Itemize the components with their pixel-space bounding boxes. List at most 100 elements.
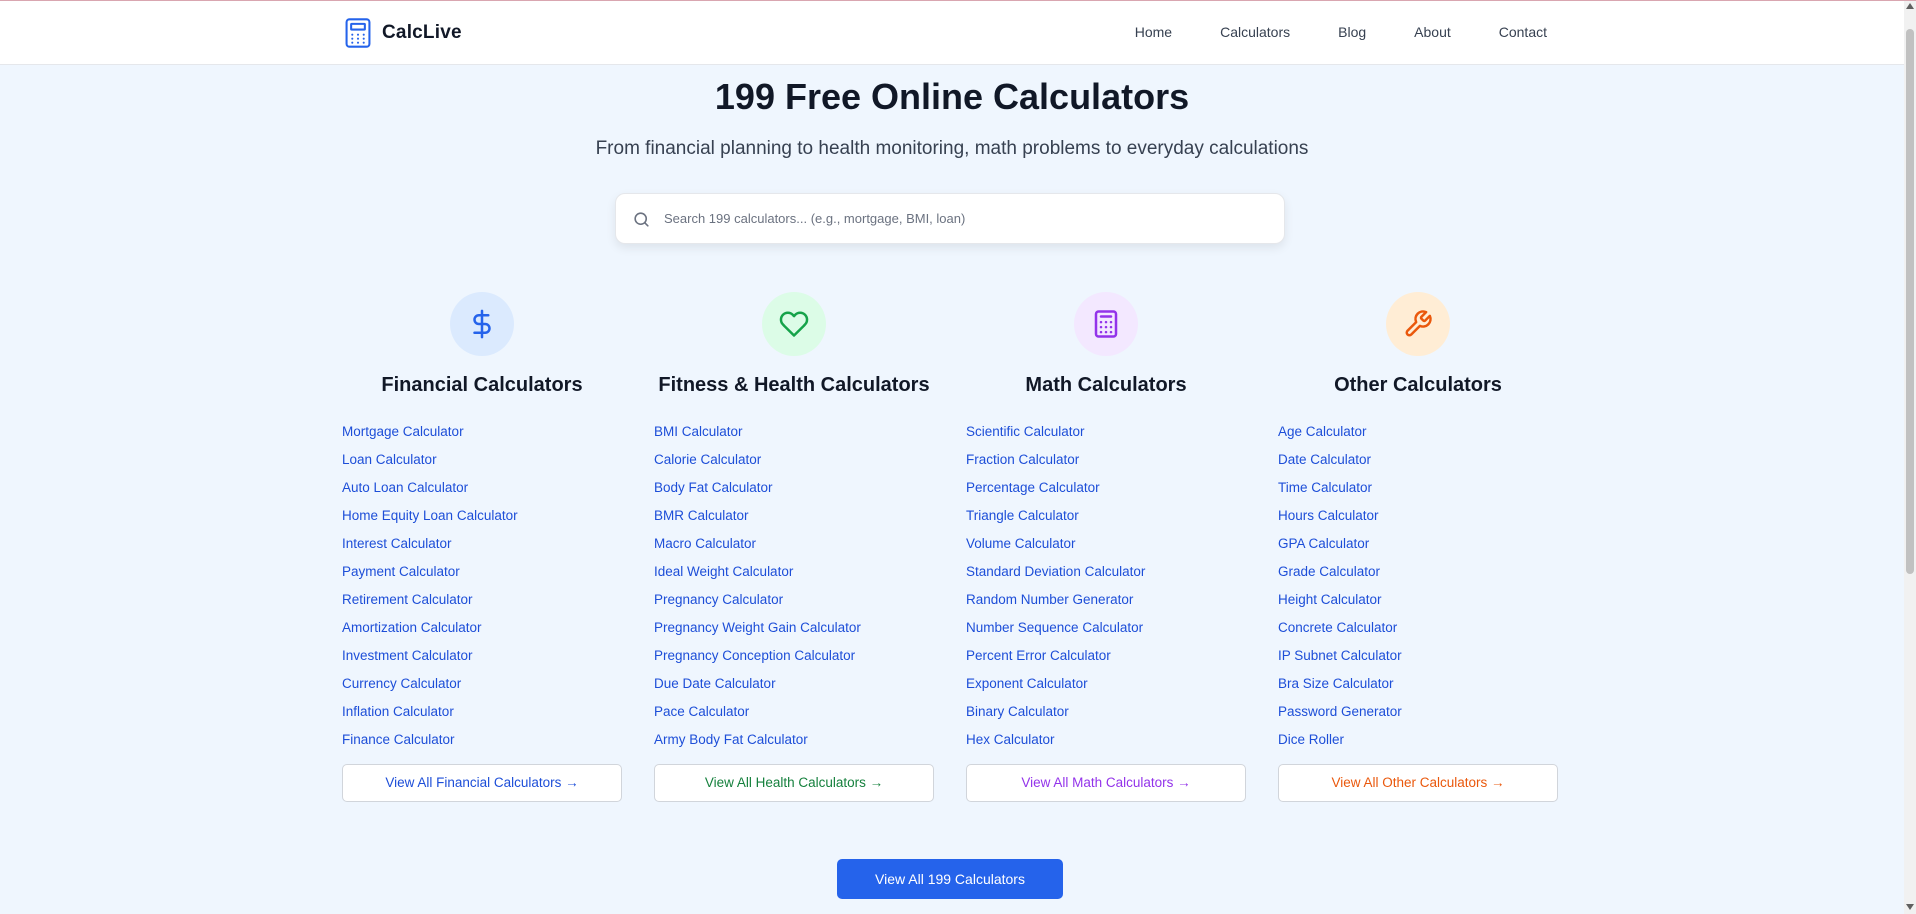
calculator-link[interactable]: Fraction Calculator bbox=[966, 452, 1079, 467]
calculator-link[interactable]: Ideal Weight Calculator bbox=[654, 564, 793, 579]
calculator-link[interactable]: Amortization Calculator bbox=[342, 620, 482, 635]
list-item: Password Generator bbox=[1278, 698, 1558, 726]
list-item: Mortgage Calculator bbox=[342, 418, 622, 446]
calculator-link[interactable]: Macro Calculator bbox=[654, 536, 756, 551]
calculator-list: Age Calculator Date Calculator Time Calc… bbox=[1278, 418, 1558, 754]
list-item: Time Calculator bbox=[1278, 474, 1558, 502]
dollar-icon bbox=[473, 309, 491, 339]
calculator-link[interactable]: BMI Calculator bbox=[654, 424, 743, 439]
calculator-link[interactable]: Retirement Calculator bbox=[342, 592, 473, 607]
list-item: Concrete Calculator bbox=[1278, 614, 1558, 642]
calculator-link[interactable]: Hours Calculator bbox=[1278, 508, 1379, 523]
calculator-link[interactable]: Home Equity Loan Calculator bbox=[342, 508, 518, 523]
calculator-link[interactable]: Pregnancy Calculator bbox=[654, 592, 783, 607]
calculator-link[interactable]: Concrete Calculator bbox=[1278, 620, 1397, 635]
calculator-link[interactable]: Standard Deviation Calculator bbox=[966, 564, 1145, 579]
calculator-link[interactable]: Finance Calculator bbox=[342, 732, 455, 747]
list-item: Random Number Generator bbox=[966, 586, 1246, 614]
calculator-link[interactable]: Scientific Calculator bbox=[966, 424, 1085, 439]
calculator-list: BMI Calculator Calorie Calculator Body F… bbox=[654, 418, 934, 754]
category-icon-circle bbox=[450, 292, 514, 356]
calculator-link[interactable]: Pregnancy Weight Gain Calculator bbox=[654, 620, 861, 635]
calculator-link[interactable]: Volume Calculator bbox=[966, 536, 1076, 551]
list-item: GPA Calculator bbox=[1278, 530, 1558, 558]
list-item: Age Calculator bbox=[1278, 418, 1558, 446]
calculator-link[interactable]: Loan Calculator bbox=[342, 452, 437, 467]
calculator-link[interactable]: IP Subnet Calculator bbox=[1278, 648, 1402, 663]
search-icon bbox=[634, 212, 649, 227]
scroll-thumb[interactable] bbox=[1906, 29, 1914, 574]
list-item: Loan Calculator bbox=[342, 446, 622, 474]
calculator-link[interactable]: Random Number Generator bbox=[966, 592, 1133, 607]
calculator-link[interactable]: Time Calculator bbox=[1278, 480, 1372, 495]
category-title: Other Calculators bbox=[1334, 374, 1502, 396]
view-all-financial-button[interactable]: View All Financial Calculators → bbox=[342, 764, 622, 802]
list-item: Hours Calculator bbox=[1278, 502, 1558, 530]
calculator-link[interactable]: Triangle Calculator bbox=[966, 508, 1079, 523]
calculator-link[interactable]: Age Calculator bbox=[1278, 424, 1367, 439]
list-item: Scientific Calculator bbox=[966, 418, 1246, 446]
main-nav: Home Calculators Blog About Contact bbox=[1135, 24, 1547, 40]
list-item: Number Sequence Calculator bbox=[966, 614, 1246, 642]
list-item: Triangle Calculator bbox=[966, 502, 1246, 530]
view-all-math-button[interactable]: View All Math Calculators → bbox=[966, 764, 1246, 802]
scroll-up-arrow-icon[interactable] bbox=[1906, 3, 1914, 9]
category-title: Math Calculators bbox=[1025, 374, 1187, 396]
calculator-link[interactable]: Binary Calculator bbox=[966, 704, 1069, 719]
list-item: BMI Calculator bbox=[654, 418, 934, 446]
calculator-link[interactable]: Number Sequence Calculator bbox=[966, 620, 1143, 635]
list-item: BMR Calculator bbox=[654, 502, 934, 530]
brand-name: CalcLive bbox=[382, 22, 462, 43]
calculator-link[interactable]: Payment Calculator bbox=[342, 564, 460, 579]
calculator-link[interactable]: Date Calculator bbox=[1278, 452, 1371, 467]
calculator-link[interactable]: Password Generator bbox=[1278, 704, 1402, 719]
calculator-link[interactable]: Exponent Calculator bbox=[966, 676, 1088, 691]
calculator-link[interactable]: BMR Calculator bbox=[654, 508, 749, 523]
calculator-icon bbox=[1094, 310, 1118, 338]
list-item: Macro Calculator bbox=[654, 530, 934, 558]
list-item: Inflation Calculator bbox=[342, 698, 622, 726]
list-item: Body Fat Calculator bbox=[654, 474, 934, 502]
calculator-link[interactable]: Calorie Calculator bbox=[654, 452, 761, 467]
calculator-link[interactable]: Investment Calculator bbox=[342, 648, 473, 663]
view-all-health-button[interactable]: View All Health Calculators → bbox=[654, 764, 934, 802]
page-title: 199 Free Online Calculators bbox=[714, 76, 1190, 117]
calculator-link[interactable]: Mortgage Calculator bbox=[342, 424, 464, 439]
calculator-link[interactable]: Pregnancy Conception Calculator bbox=[654, 648, 855, 663]
calculator-link[interactable]: Percentage Calculator bbox=[966, 480, 1100, 495]
calculator-link[interactable]: GPA Calculator bbox=[1278, 536, 1369, 551]
calculator-link[interactable]: Dice Roller bbox=[1278, 732, 1344, 747]
view-all-calculators-button[interactable]: View All 199 Calculators bbox=[837, 859, 1063, 899]
nav-about[interactable]: About bbox=[1414, 24, 1451, 40]
search-input[interactable] bbox=[664, 194, 1264, 243]
category-financial: Financial Calculators Mortgage Calculato… bbox=[342, 292, 622, 802]
calculator-link[interactable]: Auto Loan Calculator bbox=[342, 480, 468, 495]
view-all-other-button[interactable]: View All Other Calculators → bbox=[1278, 764, 1558, 802]
nav-contact[interactable]: Contact bbox=[1499, 24, 1547, 40]
calculator-link[interactable]: Currency Calculator bbox=[342, 676, 461, 691]
list-item: Pregnancy Calculator bbox=[654, 586, 934, 614]
list-item: Amortization Calculator bbox=[342, 614, 622, 642]
calculator-link[interactable]: Army Body Fat Calculator bbox=[654, 732, 808, 747]
nav-calculators[interactable]: Calculators bbox=[1220, 24, 1290, 40]
site-header: CalcLive Home Calculators Blog About Con… bbox=[0, 1, 1904, 65]
scroll-down-arrow-icon[interactable] bbox=[1906, 904, 1914, 910]
calculator-list: Scientific Calculator Fraction Calculato… bbox=[966, 418, 1246, 754]
calculator-link[interactable]: Inflation Calculator bbox=[342, 704, 454, 719]
nav-blog[interactable]: Blog bbox=[1338, 24, 1366, 40]
list-item: Bra Size Calculator bbox=[1278, 670, 1558, 698]
calculator-link[interactable]: Bra Size Calculator bbox=[1278, 676, 1394, 691]
page-scrollbar[interactable] bbox=[1904, 1, 1916, 914]
list-item: Army Body Fat Calculator bbox=[654, 726, 934, 754]
logo[interactable]: CalcLive bbox=[344, 17, 462, 49]
calculator-link[interactable]: Percent Error Calculator bbox=[966, 648, 1111, 663]
calculator-link[interactable]: Interest Calculator bbox=[342, 536, 452, 551]
calculator-link[interactable]: Grade Calculator bbox=[1278, 564, 1380, 579]
category-icon-circle bbox=[762, 292, 826, 356]
nav-home[interactable]: Home bbox=[1135, 24, 1172, 40]
calculator-link[interactable]: Pace Calculator bbox=[654, 704, 749, 719]
calculator-link[interactable]: Body Fat Calculator bbox=[654, 480, 773, 495]
calculator-link[interactable]: Hex Calculator bbox=[966, 732, 1055, 747]
calculator-link[interactable]: Due Date Calculator bbox=[654, 676, 776, 691]
calculator-link[interactable]: Height Calculator bbox=[1278, 592, 1382, 607]
